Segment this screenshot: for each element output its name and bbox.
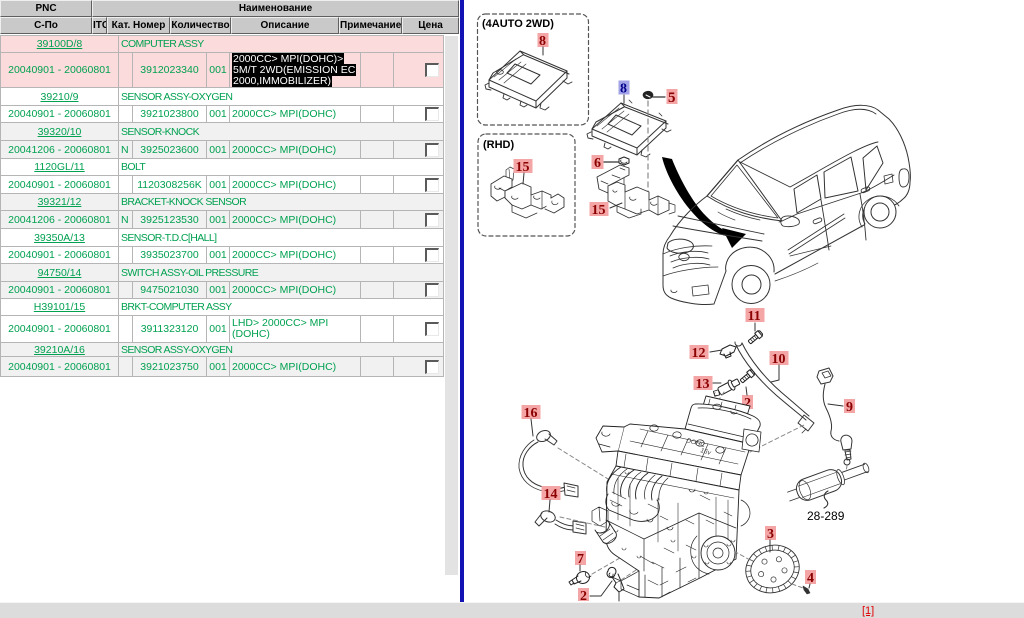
svg-text:4: 4: [807, 571, 814, 586]
svg-text:16: 16: [524, 406, 538, 421]
svg-text:14: 14: [544, 487, 558, 502]
svg-text:9: 9: [846, 400, 853, 415]
svg-text:13: 13: [696, 377, 710, 392]
svg-text:(4AUTO 2WD): (4AUTO 2WD): [482, 18, 554, 30]
svg-text:3: 3: [767, 527, 774, 542]
svg-text:15: 15: [592, 203, 606, 218]
svg-text:5: 5: [668, 90, 676, 106]
svg-text:8: 8: [620, 82, 627, 97]
svg-text:15: 15: [516, 160, 530, 175]
svg-text:8: 8: [539, 34, 546, 49]
svg-text:28-289: 28-289: [807, 509, 845, 523]
svg-text:12: 12: [692, 346, 706, 361]
svg-text:10: 10: [772, 352, 786, 367]
svg-text:(RHD): (RHD): [483, 139, 514, 151]
svg-text:6: 6: [594, 156, 601, 171]
svg-text:11: 11: [748, 309, 761, 324]
svg-text:7: 7: [577, 552, 584, 567]
